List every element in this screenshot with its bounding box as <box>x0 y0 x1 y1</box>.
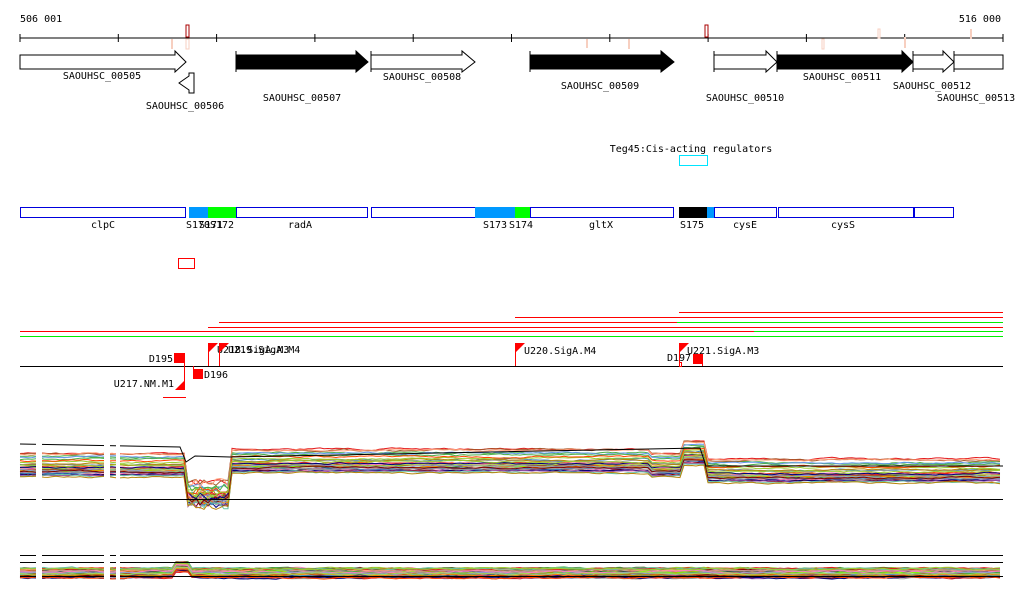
marker[interactable] <box>970 29 972 39</box>
marker[interactable] <box>171 39 173 49</box>
segment-cysS[interactable] <box>778 207 914 218</box>
marker[interactable] <box>628 39 630 49</box>
gene-SAOUHSC_00506[interactable]: SAOUHSC_00506 <box>146 72 224 112</box>
marker[interactable] <box>185 24 190 38</box>
segment-label: clpC <box>91 220 115 231</box>
svg-text:D196: D196 <box>204 370 228 381</box>
svg-text:SAOUHSC_00511: SAOUHSC_00511 <box>803 72 881 83</box>
segment-S175[interactable] <box>679 207 707 218</box>
marker[interactable] <box>185 38 190 50</box>
gap <box>116 440 120 600</box>
svg-text:U221.SigA.M3: U221.SigA.M3 <box>687 346 759 357</box>
svg-text:U219.SigA.M4: U219.SigA.M4 <box>228 345 300 356</box>
svg-text:SAOUHSC_00506: SAOUHSC_00506 <box>146 101 224 112</box>
gene-SAOUHSC_00505[interactable]: SAOUHSC_00505 <box>19 49 187 82</box>
ruler-start-label: 506 001 <box>20 14 62 25</box>
genome-browser-canvas[interactable]: 506 001 516 000 SAOUHSC_00505 SAOUHSC_00… <box>0 0 1024 611</box>
svg-text:SAOUHSC_00512: SAOUHSC_00512 <box>893 81 971 92</box>
red-feature-box[interactable] <box>178 258 195 269</box>
segment-label: radA <box>288 220 312 231</box>
segment-label: gltX <box>589 220 613 231</box>
regulator-feature[interactable]: Teg45:Cis-acting regulators <box>610 144 773 166</box>
svg-text:U220.SigA.M4: U220.SigA.M4 <box>524 346 596 357</box>
gene-SAOUHSC_00507[interactable]: SAOUHSC_00507 <box>235 49 369 104</box>
svg-text:SAOUHSC_00513: SAOUHSC_00513 <box>937 93 1015 104</box>
segment-label: S173 <box>483 220 507 231</box>
segment-label: S174 <box>509 220 533 231</box>
read-coverage-lines <box>20 312 1003 337</box>
segment-label: cysS <box>831 220 855 231</box>
gene-SAOUHSC_00511[interactable]: SAOUHSC_00511 <box>776 49 914 83</box>
segment-S172[interactable] <box>208 207 236 218</box>
segment-unnamed[interactable] <box>371 207 476 218</box>
segment-unnamed[interactable] <box>914 207 954 218</box>
segment-S170[interactable] <box>189 207 208 218</box>
tss-U219[interactable]: U219.SigA.M4 <box>219 343 300 366</box>
tss-track: D195 U217.NM.M1 D196 U218.SigA.M3 U219.S… <box>20 343 1003 398</box>
gap <box>104 440 110 600</box>
tss-U220[interactable]: U220.SigA.M4 <box>515 343 596 366</box>
segment-label: cysE <box>733 220 757 231</box>
expression-panel-1[interactable] <box>19 440 1003 511</box>
gene-SAOUHSC_00508[interactable]: SAOUHSC_00508 <box>370 49 476 83</box>
gap <box>36 440 42 600</box>
segment-track: clpC S170 S171 S172 radA S173 S174 gltX … <box>20 207 954 231</box>
gene-SAOUHSC_00509[interactable]: SAOUHSC_00509 <box>529 49 675 92</box>
regulator-label: Teg45:Cis-acting regulators <box>610 144 773 155</box>
segment-S173[interactable] <box>475 207 515 218</box>
tss-U217[interactable]: U217.NM.M1 <box>114 379 186 398</box>
segment-cysE[interactable] <box>714 207 777 218</box>
marker[interactable] <box>877 28 881 39</box>
marker[interactable] <box>586 39 588 48</box>
regulator-box[interactable] <box>679 155 708 166</box>
marker[interactable] <box>704 24 709 38</box>
segment-label: S175 <box>680 220 704 231</box>
gene-track: SAOUHSC_00505 SAOUHSC_00506 SAOUHSC_0050… <box>19 49 1015 112</box>
svg-text:SAOUHSC_00505: SAOUHSC_00505 <box>63 71 141 82</box>
svg-text:SAOUHSC_00509: SAOUHSC_00509 <box>561 81 639 92</box>
segment-clpC[interactable] <box>20 207 186 218</box>
svg-text:D195: D195 <box>149 354 173 365</box>
tss-D196[interactable]: D196 <box>193 366 228 381</box>
ruler-end-label: 516 000 <box>959 14 1001 25</box>
svg-text:SAOUHSC_00507: SAOUHSC_00507 <box>263 93 341 104</box>
marker[interactable] <box>904 37 906 48</box>
svg-text:U217.NM.M1: U217.NM.M1 <box>114 379 174 390</box>
expression-panel-2[interactable] <box>19 555 1003 580</box>
svg-text:SAOUHSC_00508: SAOUHSC_00508 <box>383 72 461 83</box>
segment-blue[interactable] <box>707 207 714 218</box>
segment-label: S172 <box>210 220 234 231</box>
segment-gltX[interactable] <box>530 207 674 218</box>
segment-radA[interactable] <box>236 207 368 218</box>
marker[interactable] <box>821 38 825 50</box>
ruler: 506 001 516 000 <box>19 14 1004 50</box>
svg-text:SAOUHSC_00510: SAOUHSC_00510 <box>706 93 784 104</box>
gene-SAOUHSC_00510[interactable]: SAOUHSC_00510 <box>706 49 784 104</box>
segment-S174[interactable] <box>515 207 530 218</box>
